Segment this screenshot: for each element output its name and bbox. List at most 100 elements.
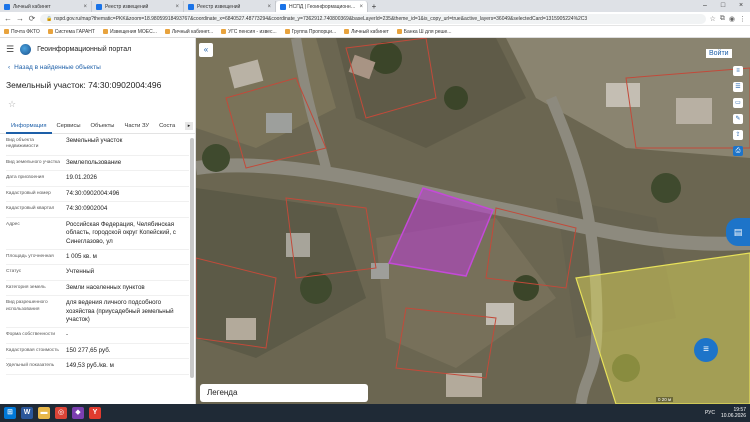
tabs-scroll-right-icon[interactable]: ▸ [185,122,193,130]
ruler-icon[interactable]: ▭ [733,98,743,108]
tab-information[interactable]: Информация [6,118,52,134]
browser-tab[interactable]: Личный кабинет × [0,1,92,12]
bookmark-icon [396,29,402,34]
back-to-results-link[interactable]: ‹ Назад в найденные объекты [8,64,187,71]
minimize-icon[interactable]: – [696,0,714,12]
url-field[interactable]: 🔒 nspd.gov.ru/map?thematic=PKK&zoom=18.98… [40,13,706,24]
attribute-value: 149,53 руб./кв. м [66,362,114,370]
browser-tab[interactable]: Реестр извещений × [92,1,184,12]
layers-icon[interactable]: ≡ [733,66,743,76]
map-toolbar: ≡ ☰ ▭ ✎ ⇪ ⎙ [733,66,743,156]
address-bar: ← → ⟳ 🔒 nspd.gov.ru/map?thematic=PKK&zoom… [0,12,750,26]
services-side-icon[interactable]: ▤ [726,218,750,246]
yandex-icon[interactable]: Y [89,407,101,419]
bookmark-label: Извещения МОЕС... [109,28,157,35]
tab-label: Личный кабинет [13,3,51,10]
bookmark-icon [221,29,227,34]
window-controls: – □ × [696,0,750,12]
bookmark-label: Личный кабинет... [171,28,214,35]
chevron-left-icon: ‹ [8,64,11,71]
close-icon[interactable]: × [359,4,363,10]
app-icon[interactable]: ◆ [72,407,84,419]
clock[interactable]: 19:57 10.06.2026 [721,407,746,419]
attribute-key: Статус [6,269,22,275]
new-tab-button[interactable]: + [368,1,380,12]
map-scale: 0 20 м [656,397,674,402]
bookmark-item[interactable]: Извещения МОЕС... [102,28,157,35]
map-view[interactable]: « Войти ≡ ☰ ▭ ✎ ⇪ ⎙ ▤ ≡ Легенда 0 20 м [196,38,750,404]
bookmark-item[interactable]: УГС пенсия - извес... [221,29,277,35]
attribute-row: Категория земель Земли населенных пунктов [6,281,189,297]
forward-arrow-icon[interactable]: → [16,14,24,23]
bookmark-label: УГС пенсия - извес... [228,28,277,35]
draw-icon[interactable]: ✎ [733,114,743,124]
bookmark-item[interactable]: Банка Ш для реше... [396,29,451,35]
print-icon[interactable]: ⎙ [733,146,743,156]
collapse-panel-button[interactable]: « [199,43,213,57]
folder-icon[interactable]: ▬ [38,407,50,419]
back-arrow-icon[interactable]: ← [4,14,12,23]
attribute-value: 19.01.2026 [66,174,97,182]
attribute-value: 150 277,65 руб. [66,346,111,354]
tab-composition[interactable]: Соста [154,118,180,134]
browser-tab[interactable]: Реестр извещений × [184,1,276,12]
login-button[interactable]: Войти [706,49,732,58]
attribute-key: Адрес [6,221,20,227]
reload-icon[interactable]: ⟳ [28,14,36,23]
bookmark-item[interactable]: Личный кабинет [344,29,389,35]
share-icon[interactable]: ⇪ [733,130,743,140]
legend-bar[interactable]: Легенда [200,384,368,402]
list-icon[interactable]: ☰ [733,82,743,92]
bookmark-icon [47,29,53,34]
info-tabs: Информация Сервисы Объекты Части ЗУ Сост… [0,118,195,134]
chrome-icon[interactable]: ◎ [55,407,67,419]
bookmark-item[interactable]: Личный кабинет... [164,28,214,35]
system-tray: РУС 19:57 10.06.2026 [705,407,746,419]
profile-icon[interactable]: ◉ [729,15,735,23]
favorite-star-icon[interactable]: ☆ [8,99,187,110]
menu-dots-icon[interactable]: ⋮ [739,15,746,23]
panel-scrollbar[interactable] [190,138,194,378]
attribute-row: Вид разрешенного использования для ведени… [6,296,189,329]
hamburger-menu-icon[interactable]: ☰ [6,44,14,55]
attribute-row: Кадастровый квартал 74:30:0902004 [6,202,189,218]
bookmark-item[interactable]: Группа Пропорци... [284,28,337,35]
attribute-row: Кадастровый номер 74:30:0902004:496 [6,187,189,203]
portal-logo-icon [20,43,32,55]
extensions-icon[interactable]: ⧉ [720,15,725,23]
maximize-icon[interactable]: □ [714,0,732,12]
chat-icon[interactable]: ≡ [694,338,718,362]
attribute-row: Форма собственности - [6,328,189,344]
attribute-row: Дата присвоения 19.01.2026 [6,171,189,187]
language-indicator[interactable]: РУС [705,410,715,416]
attribute-row: Площадь уточненная 1 005 кв. м [6,250,189,266]
os-taskbar: ⊞ W ▬ ◎ ◆ Y РУС 19:57 10.06.2026 [0,404,750,422]
tab-favicon-icon [188,3,194,10]
bookmark-item[interactable]: Почта ФКТО [4,29,40,35]
attribute-key: Площадь уточненная [6,253,54,259]
browser-tab-active[interactable]: НСПД | Геоинформационный п × [276,1,368,12]
attribute-key: Кадастровый номер [6,190,51,196]
bookmark-icon [344,29,350,34]
bookmark-icon [4,29,9,34]
bookmark-label: Система ГАРАНТ [54,28,95,35]
tab-parts[interactable]: Части ЗУ [119,118,154,134]
word-icon[interactable]: W [21,407,33,419]
close-icon[interactable]: × [267,4,271,10]
tab-favicon-icon [96,3,102,10]
close-icon[interactable]: × [83,4,87,10]
close-window-icon[interactable]: × [732,0,750,12]
lock-icon: 🔒 [46,15,53,22]
bookmark-label: Группа Пропорци... [291,28,337,35]
start-icon[interactable]: ⊞ [4,407,16,419]
close-icon[interactable]: × [175,4,179,10]
clock-date: 10.06.2026 [720,413,746,419]
attribute-value: Учтенный [66,268,95,276]
tab-objects[interactable]: Объекты [86,118,120,134]
bookmark-item[interactable]: Система ГАРАНТ [47,28,95,35]
star-bookmark-icon[interactable]: ☆ [710,15,716,23]
attribute-row: Кадастровая стоимость 150 277,65 руб. [6,344,189,360]
tab-services[interactable]: Сервисы [52,118,86,134]
bookmark-icon [164,29,170,34]
attribute-value: Российская Федерация, Челябинская област… [66,220,176,245]
